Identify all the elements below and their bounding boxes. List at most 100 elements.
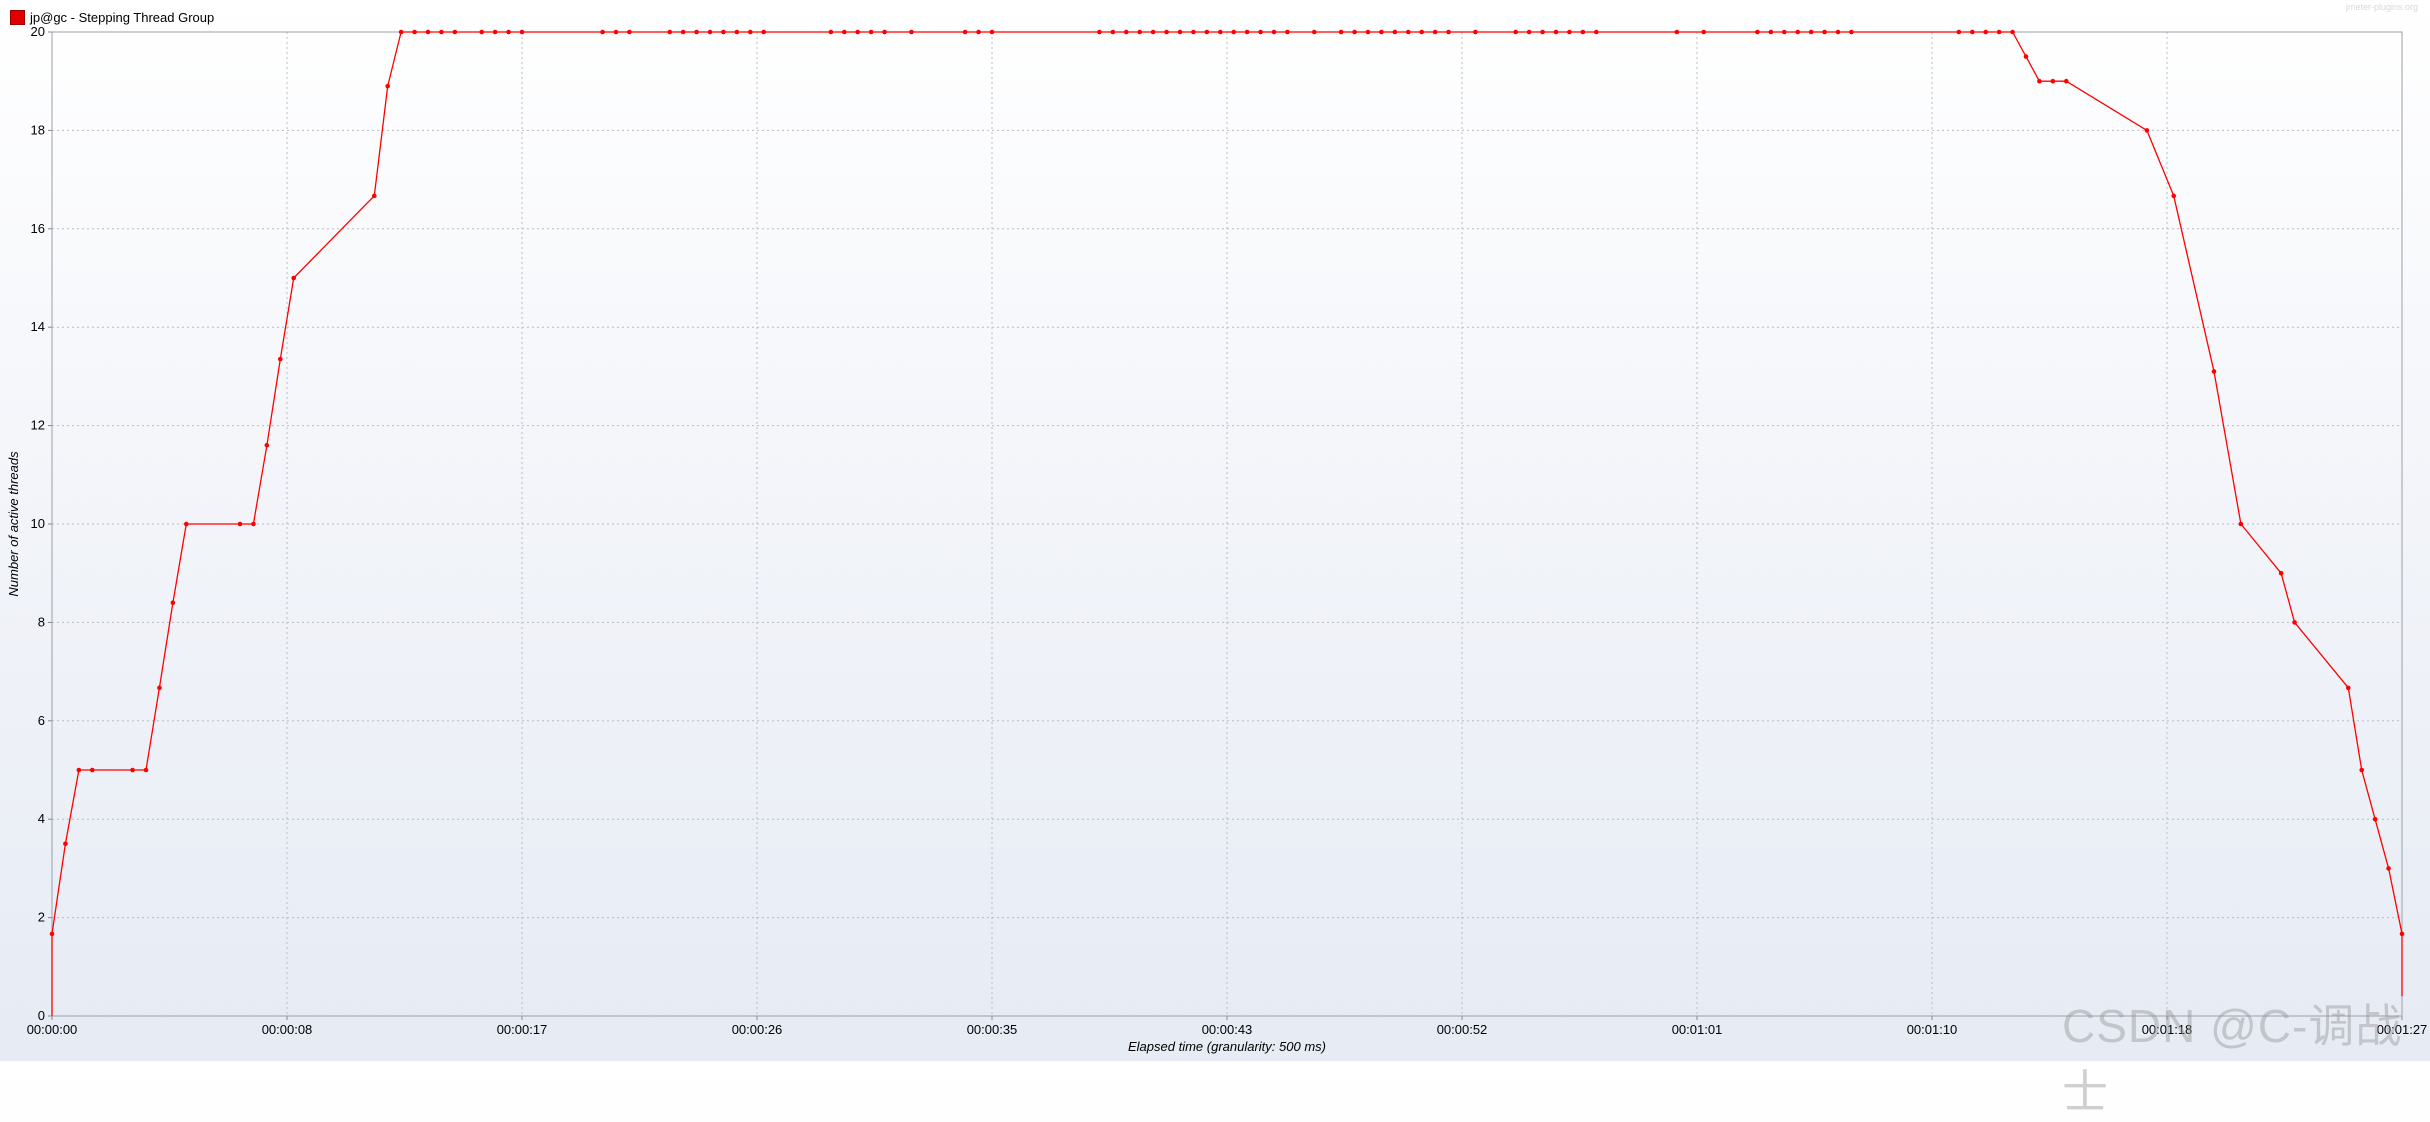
data-point	[183, 521, 189, 527]
data-point	[1473, 29, 1478, 35]
data-point	[439, 29, 444, 35]
y-tick-label: 4	[38, 811, 45, 826]
data-point	[694, 29, 699, 35]
axes	[48, 31, 2403, 1020]
data-point	[761, 29, 767, 35]
y-tick-label: 16	[31, 221, 45, 236]
data-point	[1996, 29, 2002, 35]
data-point	[989, 29, 995, 35]
data-point	[143, 767, 149, 773]
data-point	[506, 29, 511, 35]
data-point	[2010, 29, 2015, 35]
y-tick-label: 12	[31, 418, 45, 433]
legend-swatch	[10, 9, 25, 25]
data-point	[1701, 29, 1707, 35]
y-axis-title: Number of active threads	[6, 451, 21, 597]
data-point	[734, 29, 740, 35]
data-point	[130, 767, 135, 773]
data-point	[1244, 29, 1250, 35]
x-tick-label: 00:01:10	[1907, 1022, 1958, 1037]
data-point	[2292, 620, 2297, 625]
data-point	[492, 29, 498, 35]
data-point	[412, 29, 417, 35]
data-point	[479, 29, 485, 35]
data-point	[519, 29, 525, 35]
data-point	[2063, 78, 2069, 84]
data-point	[1164, 29, 1169, 35]
x-tick-label: 00:00:26	[732, 1022, 783, 1037]
y-tick-label: 6	[38, 713, 45, 728]
data-point	[2372, 816, 2378, 822]
y-tick-label: 14	[31, 319, 45, 334]
data-point	[1540, 29, 1545, 35]
data-point	[2386, 866, 2391, 871]
data-point	[1593, 29, 1599, 35]
data-point	[425, 29, 431, 35]
data-point	[1405, 29, 1411, 35]
data-point	[2171, 193, 2177, 199]
data-point	[1379, 29, 1384, 35]
y-tick-label: 8	[38, 614, 45, 629]
data-point	[1822, 29, 1827, 35]
x-tick-label: 00:00:08	[262, 1022, 313, 1037]
data-point	[1338, 29, 1344, 35]
data-point	[170, 600, 176, 606]
data-point	[2211, 369, 2217, 374]
data-point	[1419, 29, 1425, 35]
data-point	[1781, 29, 1787, 35]
data-point	[667, 29, 673, 35]
data-point	[1969, 29, 1975, 35]
data-point	[1446, 29, 1451, 35]
data-point	[1231, 29, 1237, 35]
x-tick-label: 00:01:01	[1672, 1022, 1723, 1037]
legend: jp@gc - Stepping Thread Group	[10, 8, 214, 26]
data-point	[1191, 29, 1196, 35]
data-point	[385, 83, 391, 89]
data-point	[1123, 29, 1129, 35]
data-point	[237, 521, 243, 527]
y-tick-labels: 0 2 4 6 8 10 12 14 16 18 20	[31, 24, 45, 1023]
data-point	[1365, 29, 1371, 35]
data-point	[1956, 29, 1962, 35]
data-point	[2399, 931, 2405, 937]
csdn-watermark: CSDN @C-调战士	[2062, 1000, 2403, 1118]
data-point	[371, 193, 377, 199]
data-point	[882, 29, 887, 35]
data-point	[398, 29, 404, 35]
data-point	[49, 931, 55, 937]
data-point	[89, 767, 95, 773]
data-point	[291, 275, 297, 281]
data-point	[1285, 29, 1290, 35]
data-point	[452, 29, 458, 35]
data-point	[909, 29, 914, 35]
data-point	[1674, 29, 1680, 35]
y-tick-label: 0	[38, 1008, 45, 1023]
active-threads-chart: 0 2 4 6 8 10 12 14 16 18 20 00:00:00 00:00:08 00:00:…	[0, 0, 2430, 1118]
grid-lines	[51, 31, 2403, 1017]
data-point	[76, 767, 82, 773]
data-point	[600, 29, 605, 35]
data-point	[976, 29, 981, 35]
data-point	[1580, 29, 1586, 35]
data-point	[1137, 29, 1143, 35]
x-tick-label: 00:00:00	[27, 1022, 78, 1037]
data-point	[1983, 29, 1989, 35]
data-point	[2050, 78, 2056, 84]
data-point	[251, 521, 256, 527]
chart-canvas: 0 2 4 6 8 10 12 14 16 18 20 00:00:00 00:00:08 00:00:…	[6, 24, 2427, 1054]
data-point	[1432, 29, 1438, 35]
data-point	[1352, 29, 1357, 35]
data-point	[828, 29, 834, 35]
y-tick-label: 10	[31, 516, 45, 531]
data-point	[2037, 78, 2042, 84]
data-point	[1150, 29, 1156, 35]
data-point	[868, 29, 874, 35]
data-point	[1768, 29, 1774, 35]
data-point	[157, 685, 162, 691]
data-point	[747, 29, 753, 35]
data-point	[63, 841, 68, 847]
data-point	[1177, 29, 1183, 35]
data-point	[1526, 29, 1532, 35]
data-point	[1755, 29, 1760, 35]
x-tick-label: 00:00:35	[967, 1022, 1018, 1037]
